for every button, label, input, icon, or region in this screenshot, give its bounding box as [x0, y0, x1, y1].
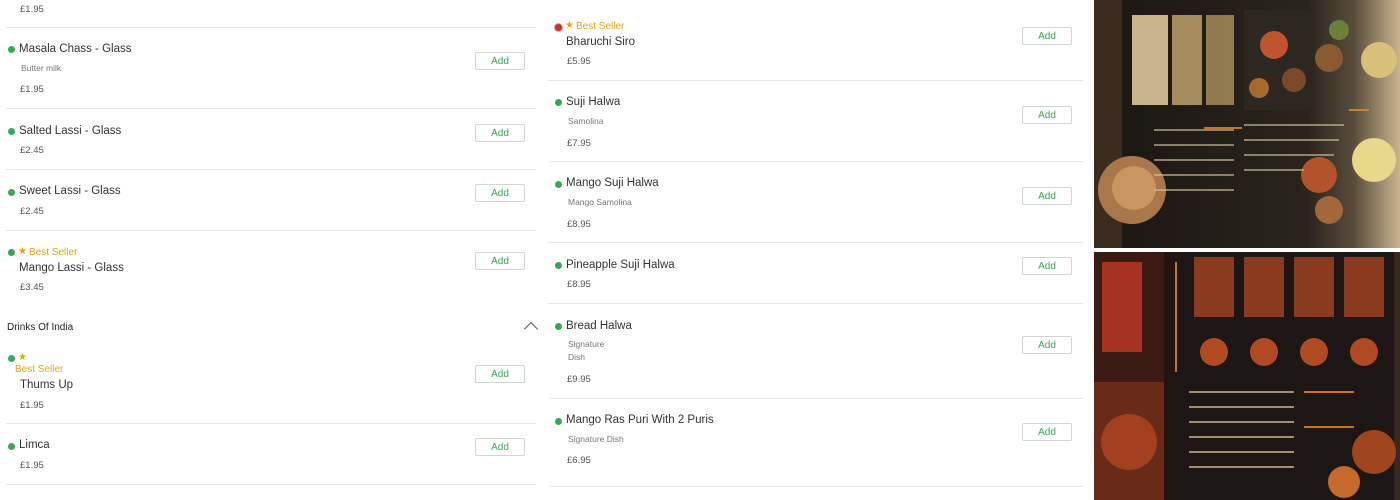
item-description: Signature Dish [568, 434, 624, 444]
item-price: £5.95 [567, 56, 591, 67]
item-price: £8.95 [567, 279, 591, 290]
item-price: £7.95 [567, 138, 591, 149]
add-button[interactable]: Add [1022, 257, 1072, 275]
menu-item-salted-lassi: Salted Lassi - Glass £2.45 Add [6, 109, 536, 170]
add-button[interactable]: Add [475, 438, 525, 456]
star-icon: ★ [18, 246, 27, 257]
item-name: Mango Lassi - Glass [19, 262, 124, 274]
menu-item-pineapple-suji-halwa: Pineapple Suji Halwa £8.95 Add [548, 243, 1083, 304]
menu-item-limca: Limca £1.95 Add [6, 424, 536, 485]
item-name: Suji Halwa [566, 96, 621, 108]
veg-indicator-icon [8, 189, 15, 196]
best-seller-badge: Best Seller [29, 247, 78, 258]
menu-item-mango-lassi: ★ Best Seller Mango Lassi - Glass £3.45 … [6, 231, 536, 301]
veg-indicator-icon [555, 181, 562, 188]
menu-column-left: £1.95 Masala Chass - Glass Butter milk £… [0, 0, 541, 500]
item-price: £2.45 [20, 145, 44, 156]
item-name: Sweet Lassi - Glass [19, 185, 121, 197]
add-button[interactable]: Add [1022, 187, 1072, 205]
menu-photos [1094, 0, 1400, 500]
veg-indicator-icon [555, 99, 562, 106]
menu-item-suji-halwa: Suji Halwa Samolina £7.95 Add [548, 81, 1083, 162]
add-button[interactable]: Add [1022, 423, 1072, 441]
add-button[interactable]: Add [475, 252, 525, 270]
menu-column-right: ★ Best Seller Bharuchi Siro £5.95 Add Su… [548, 0, 1089, 500]
chevron-up-icon[interactable] [523, 321, 539, 337]
item-name: Thums Up [20, 379, 74, 391]
veg-indicator-icon [8, 249, 15, 256]
veg-indicator-icon [8, 443, 15, 450]
menu-item-sweet-lassi: Sweet Lassi - Glass £2.45 Add [6, 170, 536, 231]
item-description: Signature [568, 339, 605, 349]
veg-indicator-icon [555, 262, 562, 269]
item-price: £1.95 [20, 84, 44, 95]
menu-item-mango-ras-puri: Mango Ras Puri With 2 Puris Signature Di… [548, 399, 1083, 487]
veg-indicator-icon [555, 323, 562, 330]
menu-item-bharuchi-siro: ★ Best Seller Bharuchi Siro £5.95 Add [548, 0, 1083, 81]
item-price: £6.95 [567, 455, 591, 466]
item-name: Masala Chass - Glass [19, 43, 132, 55]
item-name: Bharuchi Siro [566, 36, 636, 48]
menu-photo-1[interactable] [1094, 0, 1400, 248]
veg-indicator-icon [8, 128, 15, 135]
item-name: Bread Halwa [566, 320, 632, 332]
menu-item-mango-suji-halwa: Mango Suji Halwa Mango Samolina £8.95 Ad… [548, 162, 1083, 243]
add-button[interactable]: Add [475, 52, 525, 70]
veg-indicator-icon [555, 418, 562, 425]
list-item [6, 0, 536, 28]
add-button[interactable]: Add [1022, 27, 1072, 45]
menu-photo-image [1094, 0, 1400, 248]
item-name: Limca [19, 439, 50, 451]
item-description: Samolina [568, 116, 604, 126]
item-description: Dish [568, 352, 586, 362]
item-description: Butter milk [21, 63, 62, 73]
star-icon: ★ [18, 352, 27, 363]
item-name: Pineapple Suji Halwa [566, 259, 675, 271]
menu-photo-2[interactable] [1094, 252, 1400, 500]
item-price: £3.45 [20, 282, 44, 293]
add-button[interactable]: Add [475, 124, 525, 142]
menu-item-thums-up: ★ Best Seller Thums Up £1.95 Add [6, 343, 536, 424]
nonveg-indicator-icon [555, 24, 562, 31]
item-price: £2.45 [20, 206, 44, 217]
add-button[interactable]: Add [1022, 336, 1072, 354]
add-button[interactable]: Add [475, 365, 525, 383]
best-seller-badge: Best Seller [15, 364, 64, 375]
best-seller-badge: Best Seller [576, 21, 625, 32]
menu-photo-image [1094, 252, 1400, 500]
item-price: £9.95 [567, 374, 591, 385]
item-price: £1.95 [20, 460, 44, 471]
add-button[interactable]: Add [1022, 106, 1072, 124]
item-name: Mango Suji Halwa [566, 177, 659, 189]
item-name: Salted Lassi - Glass [19, 125, 122, 137]
add-button[interactable]: Add [475, 184, 525, 202]
menu-item-bread-halwa: Bread Halwa Signature Dish £9.95 Add [548, 304, 1083, 399]
star-icon: ★ [565, 20, 574, 31]
section-title: Drinks Of India [7, 322, 74, 333]
item-name: Mango Ras Puri With 2 Puris [566, 414, 714, 426]
item-description: Mango Samolina [568, 197, 632, 207]
menu-item-masala-chass: Masala Chass - Glass Butter milk £1.95 A… [6, 28, 536, 109]
item-price: £1.95 [20, 400, 44, 411]
item-price: £8.95 [567, 219, 591, 230]
veg-indicator-icon [8, 355, 15, 362]
veg-indicator-icon [8, 46, 15, 53]
